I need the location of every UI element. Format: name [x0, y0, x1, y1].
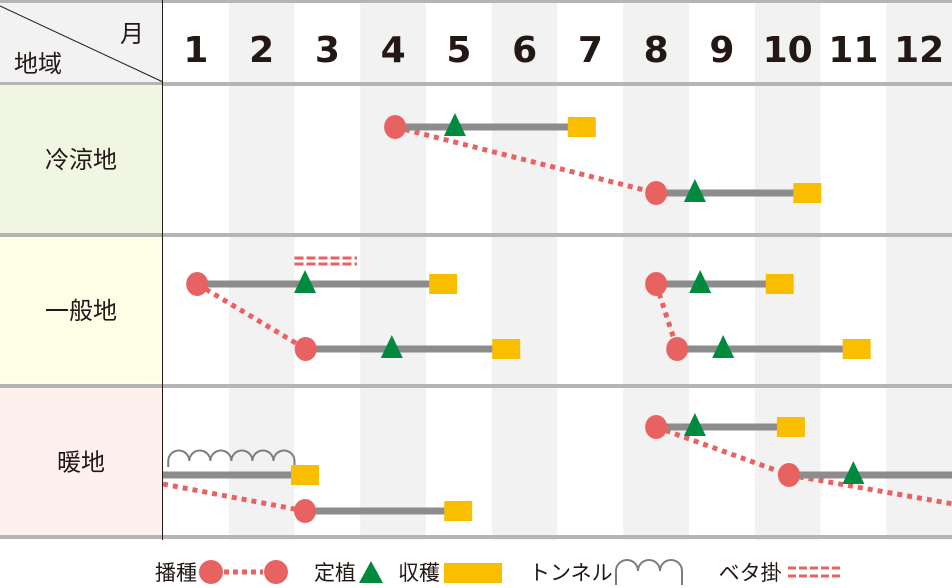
sow-circle-icon [645, 272, 668, 296]
month-label: 5 [446, 30, 471, 71]
month-column [491, 0, 558, 540]
sow-circle-icon [777, 463, 800, 487]
month-axis-label: 月 [120, 20, 144, 48]
region-label: 冷涼地 [45, 146, 117, 174]
month-label: 1 [183, 30, 208, 71]
plant-triangle-icon [359, 561, 383, 583]
month-column [886, 0, 952, 540]
sow-circle-icon [645, 415, 668, 439]
month-column [754, 0, 821, 540]
beta-dashed-icon [787, 566, 840, 578]
month-label: 7 [578, 30, 603, 71]
region-axis-label: 地域 [14, 50, 62, 78]
row-divider [0, 0, 952, 3]
row-divider [0, 384, 952, 388]
month-column [623, 0, 689, 540]
region-label: 一般地 [45, 297, 117, 325]
legend-beta-label: ベタ掛 [718, 561, 782, 585]
sow-circle-icon [264, 560, 288, 584]
harvest-square-icon [567, 117, 596, 137]
region-label: 暖地 [57, 449, 105, 477]
month-column [426, 0, 492, 540]
month-column [228, 0, 295, 540]
sow-circle-icon [294, 337, 317, 361]
month-label: 3 [315, 30, 340, 71]
harvest-square-icon [291, 465, 320, 485]
legend-sow-label: 播種 [155, 561, 197, 585]
tunnel-arc-icon [614, 559, 683, 585]
harvest-square-icon [765, 274, 794, 294]
legend-tunnel-label: トンネル [529, 561, 613, 585]
sow-circle-icon [645, 181, 668, 205]
cultivation-calendar: 月 地域 1 2 3 4 5 6 7 8 9 10 11 12 冷涼地 一般地 暖地 播種 定植 収穫 ト… [0, 0, 952, 588]
harvest-square-icon [776, 417, 805, 437]
legend-sow-symbol [199, 560, 288, 584]
month-label: 6 [512, 30, 537, 71]
month-column [360, 0, 426, 540]
row-divider [0, 535, 952, 539]
month-column [163, 0, 229, 540]
month-column [557, 0, 624, 540]
harvest-square-icon [842, 339, 871, 359]
sow-circle-icon [186, 272, 209, 296]
month-label: 12 [894, 30, 944, 71]
sow-circle-icon [294, 499, 317, 523]
month-label: 11 [828, 30, 878, 71]
harvest-square-icon [492, 339, 521, 359]
month-column [820, 0, 887, 540]
legend-plant-label: 定植 [314, 561, 356, 585]
month-label: 4 [381, 30, 406, 71]
harvest-square-icon [444, 563, 502, 583]
month-label: 9 [709, 30, 734, 71]
calendar-grid: 月 地域 1 2 3 4 5 6 7 8 9 10 11 12 冷涼地一般地暖地 [0, 0, 952, 540]
month-label: 10 [763, 30, 813, 71]
row-divider [0, 233, 952, 237]
harvest-square-icon [429, 274, 458, 294]
legend: 播種 定植 収穫 トンネル ベタ掛 [0, 556, 952, 588]
month-column [294, 0, 361, 540]
legend-harvest-label: 収穫 [398, 561, 440, 585]
harvest-square-icon [444, 501, 473, 521]
sow-circle-icon [666, 337, 689, 361]
harvest-square-icon [793, 183, 822, 203]
sow-circle-icon [384, 115, 407, 139]
month-label: 8 [644, 30, 669, 71]
sow-circle-icon [199, 560, 223, 584]
month-label: 2 [249, 30, 274, 71]
